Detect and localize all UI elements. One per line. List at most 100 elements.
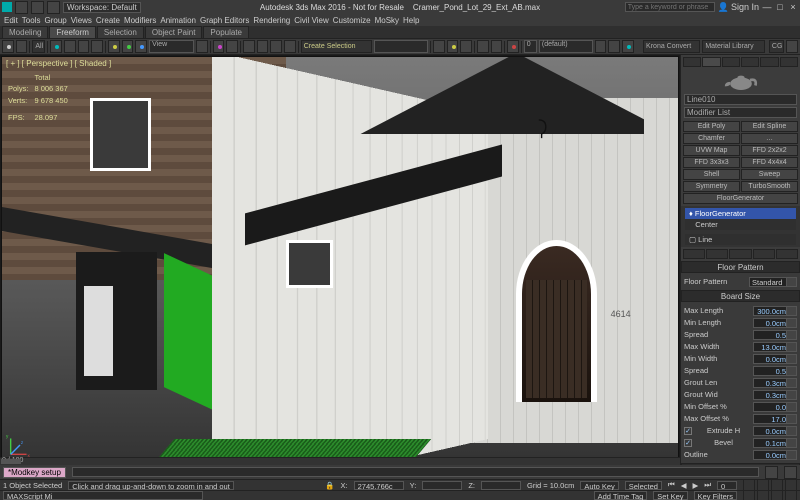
rollout-board-size[interactable]: Board Size — [681, 290, 800, 302]
walk-button[interactable] — [771, 490, 783, 500]
snap-button[interactable] — [243, 40, 255, 53]
mod-turbosmooth[interactable]: TurboSmooth — [741, 181, 798, 192]
rollout-floor-pattern[interactable]: Floor Pattern — [681, 261, 800, 273]
fov-button[interactable] — [757, 490, 769, 500]
param-spinner[interactable]: 0.0cm — [753, 426, 797, 436]
redo-button[interactable] — [47, 1, 60, 14]
frame-input[interactable]: 0 — [717, 481, 737, 490]
prompt-toggle-button[interactable] — [765, 466, 778, 479]
tab-populate[interactable]: Populate — [203, 26, 249, 38]
unique-button[interactable] — [729, 249, 751, 259]
undo-button[interactable] — [31, 1, 44, 14]
viewport-label[interactable]: [ + ] [ Perspective ] [ Shaded ] — [6, 59, 111, 68]
select-name-button[interactable] — [64, 40, 76, 53]
show-end-button[interactable] — [706, 249, 728, 259]
comm-center-button[interactable] — [784, 466, 797, 479]
select-rect-button[interactable] — [78, 40, 90, 53]
mod-sweep[interactable]: Sweep — [741, 169, 798, 180]
close-button[interactable]: × — [788, 2, 798, 12]
menu-customize[interactable]: Customize — [333, 16, 371, 25]
tab-utilities-icon[interactable] — [780, 57, 798, 67]
schematic-button[interactable] — [491, 40, 503, 53]
play-back-icon[interactable]: ⏮ — [668, 480, 675, 490]
stack-item[interactable]: ♦ FloorGenerator — [685, 208, 796, 219]
menu-animation[interactable]: Animation — [160, 16, 196, 25]
create-selection-set-button[interactable]: Create Selection — [301, 40, 372, 53]
render-preset-dropdown[interactable]: (default) — [539, 40, 593, 53]
param-checkbox[interactable] — [684, 427, 692, 435]
layer-button[interactable] — [460, 40, 472, 53]
mod-ffd2[interactable]: FFD 2x2x2 — [741, 145, 798, 156]
mod-shell[interactable]: Shell — [683, 169, 740, 180]
tab-hierarchy-icon[interactable] — [722, 57, 740, 67]
tab-modify-icon[interactable] — [702, 57, 720, 67]
help-search-input[interactable] — [625, 2, 715, 12]
coord-y-input[interactable] — [422, 481, 462, 490]
angle-snap-button[interactable] — [257, 40, 269, 53]
play-prev-icon[interactable]: ◀ — [681, 481, 687, 490]
menu-create[interactable]: Create — [96, 16, 120, 25]
mod-symmetry[interactable]: Symmetry — [683, 181, 740, 192]
param-spinner[interactable]: 0.1cm — [753, 438, 797, 448]
lock-icon[interactable]: 🔒 — [325, 481, 334, 490]
key-filters-button[interactable]: Key Filters — [694, 491, 737, 500]
viewport-perspective[interactable]: [ + ] [ Perspective ] [ Shaded ] Total P… — [1, 56, 679, 464]
coord-x-input[interactable]: 2745.766c — [354, 481, 404, 490]
menu-help[interactable]: Help — [403, 16, 419, 25]
workspace-dropdown[interactable]: Workspace: Default — [63, 2, 141, 13]
trackbar[interactable] — [72, 467, 759, 477]
material-library-button[interactable]: Material Library — [702, 40, 765, 53]
tab-display-icon[interactable] — [760, 57, 778, 67]
menu-modifiers[interactable]: Modifiers — [124, 16, 156, 25]
coord-z-input[interactable] — [481, 481, 521, 490]
tab-selection[interactable]: Selection — [97, 26, 144, 38]
play-button-icon[interactable]: ▶ — [692, 481, 698, 490]
mod-ffd3[interactable]: FFD 3x3x3 — [683, 157, 740, 168]
mod-floorgen[interactable]: FloorGenerator — [683, 193, 798, 204]
param-spinner[interactable]: 0.3cm — [753, 390, 797, 400]
tab-modeling[interactable]: Modeling — [2, 26, 48, 38]
krona-convert-button[interactable]: Krona Convert — [643, 40, 700, 53]
menu-tools[interactable]: Tools — [22, 16, 41, 25]
modifier-list-dropdown[interactable]: Modifier List — [684, 107, 797, 118]
material-editor-button[interactable] — [507, 40, 519, 53]
remove-mod-button[interactable] — [753, 249, 775, 259]
scale-button[interactable] — [135, 40, 147, 53]
sign-in-button[interactable]: 👤 Sign In — [718, 2, 759, 13]
param-spinner[interactable]: 0.0cm — [753, 318, 797, 328]
param-spinner[interactable]: 0.0cm — [753, 354, 797, 364]
extra-tool-button[interactable] — [786, 40, 798, 53]
auto-key-button[interactable]: Auto Key — [580, 481, 618, 490]
pivot-button[interactable] — [196, 40, 208, 53]
mod-uvw-map[interactable]: UVW Map — [683, 145, 740, 156]
time-slider[interactable]: 0 / 100 — [0, 457, 680, 465]
select-link-button[interactable] — [2, 40, 14, 53]
named-selection-dropdown[interactable] — [374, 40, 428, 53]
tab-motion-icon[interactable] — [741, 57, 759, 67]
move-button[interactable] — [108, 40, 120, 53]
render-setup-button[interactable] — [595, 40, 607, 53]
param-spinner[interactable]: 0.0cm — [753, 450, 797, 460]
menu-edit[interactable]: Edit — [4, 16, 18, 25]
param-spinner[interactable]: 17.0 — [753, 414, 797, 424]
menu-group[interactable]: Group — [44, 16, 66, 25]
mod-chamfer[interactable]: Chamfer — [683, 133, 740, 144]
curve-editor-button[interactable] — [477, 40, 489, 53]
menu-civil-view[interactable]: Civil View — [294, 16, 329, 25]
filter-all-dropdown[interactable]: All — [32, 40, 45, 53]
rotate-button[interactable] — [122, 40, 134, 53]
param-spinner[interactable]: 13.0cm — [753, 342, 797, 352]
mod-edit-poly[interactable]: Edit Poly — [683, 121, 740, 132]
tab-freeform[interactable]: Freeform — [49, 26, 95, 38]
min-max-toggle-button[interactable] — [785, 490, 797, 500]
zoom-ext-button[interactable] — [743, 490, 755, 500]
manip-button[interactable] — [213, 40, 225, 53]
mod-ffd4[interactable]: FFD 4x4x4 — [741, 157, 798, 168]
mod-sets[interactable]: … — [741, 133, 798, 144]
menu-rendering[interactable]: Rendering — [253, 16, 290, 25]
select-object-button[interactable] — [50, 40, 62, 53]
param-spinner[interactable]: 0.5 — [753, 366, 797, 376]
mirror-button[interactable] — [433, 40, 445, 53]
stack-item[interactable]: ▢ Line — [685, 234, 796, 245]
menu-graph-editors[interactable]: Graph Editors — [200, 16, 249, 25]
